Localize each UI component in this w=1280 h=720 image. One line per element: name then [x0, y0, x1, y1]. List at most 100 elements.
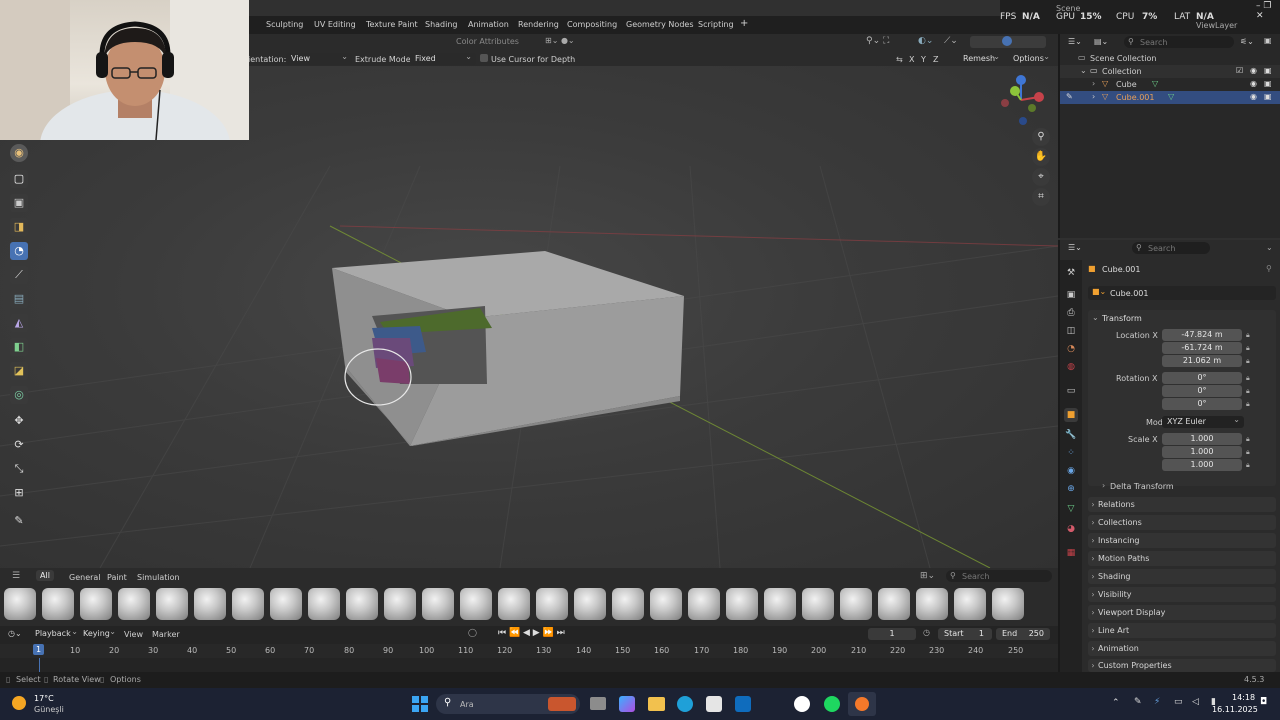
brush-thumb-25[interactable]	[916, 588, 948, 620]
orientation-select[interactable]: View	[286, 51, 352, 65]
options-dropdown[interactable]: Options	[1008, 51, 1054, 65]
weather-temp[interactable]: 17°C	[34, 694, 54, 703]
brush-thumb-4[interactable]	[118, 588, 150, 620]
properties-options-icon[interactable]: ⌄	[1266, 243, 1273, 252]
spotify-icon[interactable]	[824, 696, 840, 712]
eye-icon[interactable]: ◉	[1250, 66, 1257, 75]
remesh-dropdown[interactable]: Remesh	[958, 51, 1004, 65]
panel-collections[interactable]: › Collections	[1088, 515, 1276, 530]
move-tool-button[interactable]: ✥	[10, 412, 28, 430]
outliner-item-cube[interactable]: › ▽ Cube ▽ ◉ ▣	[1060, 78, 1280, 91]
panel-animation[interactable]: › Animation	[1088, 641, 1276, 656]
brush-thumb-8[interactable]	[270, 588, 302, 620]
3d-viewport[interactable]: ⚲ ✋ ⌖ ⌗	[0, 66, 1058, 568]
autokey-icon[interactable]: ◯	[468, 628, 477, 637]
symmetry-x[interactable]: X	[909, 55, 914, 64]
chrome-icon[interactable]	[794, 696, 810, 712]
scene-tab-icon[interactable]: ◔	[1064, 342, 1078, 356]
store-icon[interactable]	[706, 696, 722, 712]
panel-custom-properties[interactable]: › Custom Properties	[1088, 659, 1276, 672]
camera-icon[interactable]: ▣	[1264, 92, 1272, 101]
scale-y-field[interactable]: 1.000	[1162, 446, 1242, 458]
end-frame-field[interactable]: End 250	[996, 628, 1050, 640]
panel-relations[interactable]: › Relations	[1088, 497, 1276, 512]
lock-icon[interactable]: 🔒︎	[1246, 357, 1254, 366]
cloth-filter-button[interactable]: ◭	[10, 314, 28, 332]
blender-taskbar-button[interactable]	[848, 692, 876, 716]
properties-search-input[interactable]: ⚲ Search	[1132, 242, 1210, 254]
mask-by-color-button[interactable]: ◎	[10, 386, 28, 404]
particles-tab-icon[interactable]: ⁘	[1064, 446, 1078, 460]
panel-line-art[interactable]: › Line Art	[1088, 623, 1276, 638]
box-hide-button[interactable]: ▣	[10, 194, 28, 212]
camera-icon[interactable]: ▣	[1264, 66, 1272, 75]
timeline-editor-type-icon[interactable]: ◷⌄	[8, 629, 22, 638]
pin-icon[interactable]: ⚲	[1266, 264, 1272, 273]
collection-checkbox[interactable]: ☑	[1236, 66, 1243, 75]
physics-tab-icon[interactable]: ◉	[1064, 464, 1078, 478]
category-simulation[interactable]: Simulation	[137, 573, 180, 582]
cursor-depth-checkbox[interactable]	[480, 54, 488, 62]
category-all[interactable]: All	[36, 570, 54, 581]
pen-icon[interactable]: ✎	[1134, 697, 1142, 707]
viewlayer-label[interactable]: ViewLayer	[1196, 21, 1237, 30]
solid-shading-icon[interactable]	[1002, 36, 1012, 46]
view-menu[interactable]: View	[124, 630, 143, 639]
playback-menu[interactable]: Playback	[30, 626, 82, 640]
frame-ruler[interactable]: 1 10 20 30 40 50 60 70 80 90 100 110 120…	[0, 644, 1058, 658]
lock-icon[interactable]: 🔒︎	[1246, 461, 1254, 470]
brush-thumb-18[interactable]	[650, 588, 682, 620]
constraints-tab-icon[interactable]: ⊕	[1064, 482, 1078, 496]
eye-icon[interactable]: ◉	[1250, 79, 1257, 88]
edge-browser-icon[interactable]	[677, 696, 693, 712]
file-explorer-icon[interactable]	[648, 697, 665, 711]
brush-thumb-2[interactable]	[42, 588, 74, 620]
tab-uv-editing[interactable]: UV Editing	[314, 20, 356, 29]
texture-tab-icon[interactable]: ▦	[1064, 546, 1078, 560]
transform-tool-button[interactable]: ⊞	[10, 484, 28, 502]
scale-tool-button[interactable]: ⤡	[10, 460, 28, 478]
collection-tab-icon[interactable]: ▭	[1064, 384, 1078, 398]
outliner-search-input[interactable]: ⚲ Search	[1124, 36, 1234, 48]
lock-icon[interactable]: 🔒︎	[1246, 435, 1254, 444]
material-tab-icon[interactable]: ◕	[1064, 522, 1078, 536]
bluetooth-icon[interactable]: ⚡	[1154, 697, 1160, 707]
brush-thumb-20[interactable]	[726, 588, 758, 620]
scale-x-field[interactable]: 1.000	[1162, 433, 1242, 445]
render-tab-icon[interactable]: ▣	[1064, 288, 1078, 302]
rotation-z-field[interactable]: 0°	[1162, 398, 1242, 410]
xray-toggle[interactable]: ⟋⌄	[944, 36, 962, 48]
marker-menu[interactable]: Marker	[152, 630, 180, 639]
camera-view-icon[interactable]: ⌖	[1032, 168, 1050, 186]
tab-shading[interactable]: Shading	[425, 20, 458, 29]
expand-icon[interactable]: ›	[1092, 79, 1095, 88]
collection-expand-icon[interactable]: ⌄	[1080, 66, 1087, 75]
brush-thumb-15[interactable]	[536, 588, 568, 620]
start-frame-field[interactable]: Start 1	[938, 628, 992, 640]
brush-thumb-12[interactable]	[422, 588, 454, 620]
weather-sun-icon[interactable]	[12, 696, 26, 710]
output-tab-icon[interactable]: ⎙	[1064, 306, 1078, 320]
shelf-menu-icon[interactable]: ☰	[12, 571, 20, 581]
overlay-dropdown[interactable]: ⊞⌄ ●⌄	[545, 36, 575, 45]
scale-z-field[interactable]: 1.000	[1162, 459, 1242, 471]
brush-tool-button[interactable]: ◉	[10, 144, 28, 162]
panel-instancing[interactable]: › Instancing	[1088, 533, 1276, 548]
brush-thumb-21[interactable]	[764, 588, 796, 620]
add-workspace-button[interactable]: +	[740, 18, 748, 29]
lock-icon[interactable]: 🔒︎	[1246, 448, 1254, 457]
location-x-field[interactable]: -47.824 m	[1162, 329, 1242, 341]
box-face-set-button[interactable]: ◨	[10, 218, 28, 236]
expand-icon[interactable]: ›	[1092, 92, 1095, 101]
transform-header[interactable]: Transform	[1102, 314, 1142, 323]
navigation-gizmo[interactable]	[995, 74, 1055, 134]
rotation-y-field[interactable]: 0°	[1162, 385, 1242, 397]
m365-icon[interactable]	[619, 696, 635, 712]
brush-thumb-10[interactable]	[346, 588, 378, 620]
lock-icon[interactable]: 🔒︎	[1246, 387, 1254, 396]
clock-date[interactable]: 16.11.2025	[1212, 705, 1258, 714]
pan-hand-icon[interactable]: ✋	[1032, 148, 1050, 166]
tray-overflow-icon[interactable]: ⌃	[1112, 698, 1120, 708]
brush-thumb-3[interactable]	[80, 588, 112, 620]
world-tab-icon[interactable]: ◍	[1064, 360, 1078, 374]
